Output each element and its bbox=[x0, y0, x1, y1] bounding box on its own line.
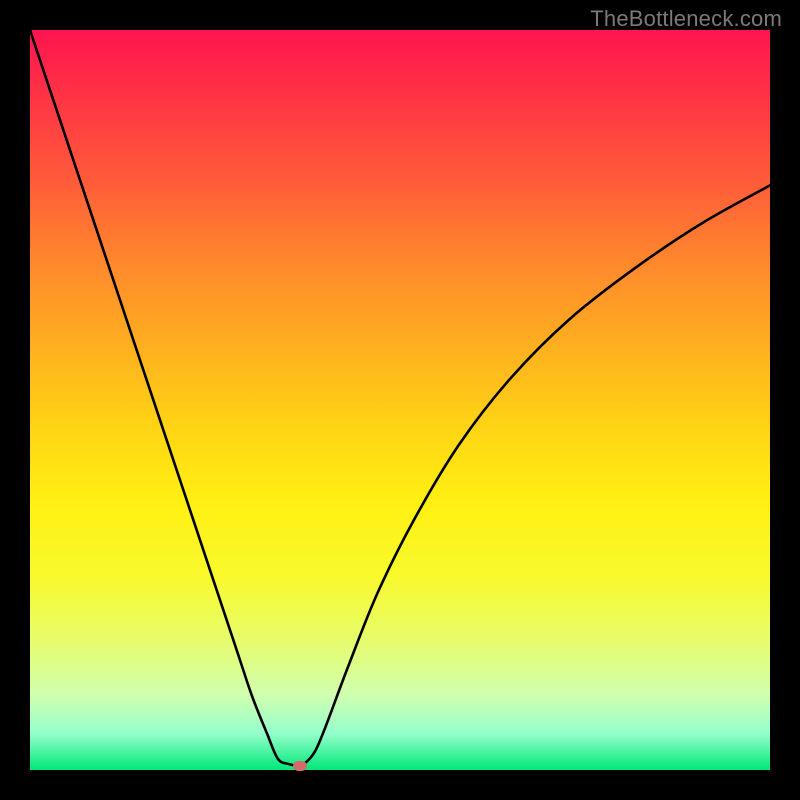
minimum-marker bbox=[293, 761, 307, 771]
watermark-label: TheBottleneck.com bbox=[590, 6, 782, 32]
plot-area bbox=[30, 30, 770, 770]
curve-path bbox=[30, 30, 770, 766]
bottleneck-curve bbox=[30, 30, 770, 770]
chart-canvas: TheBottleneck.com bbox=[0, 0, 800, 800]
